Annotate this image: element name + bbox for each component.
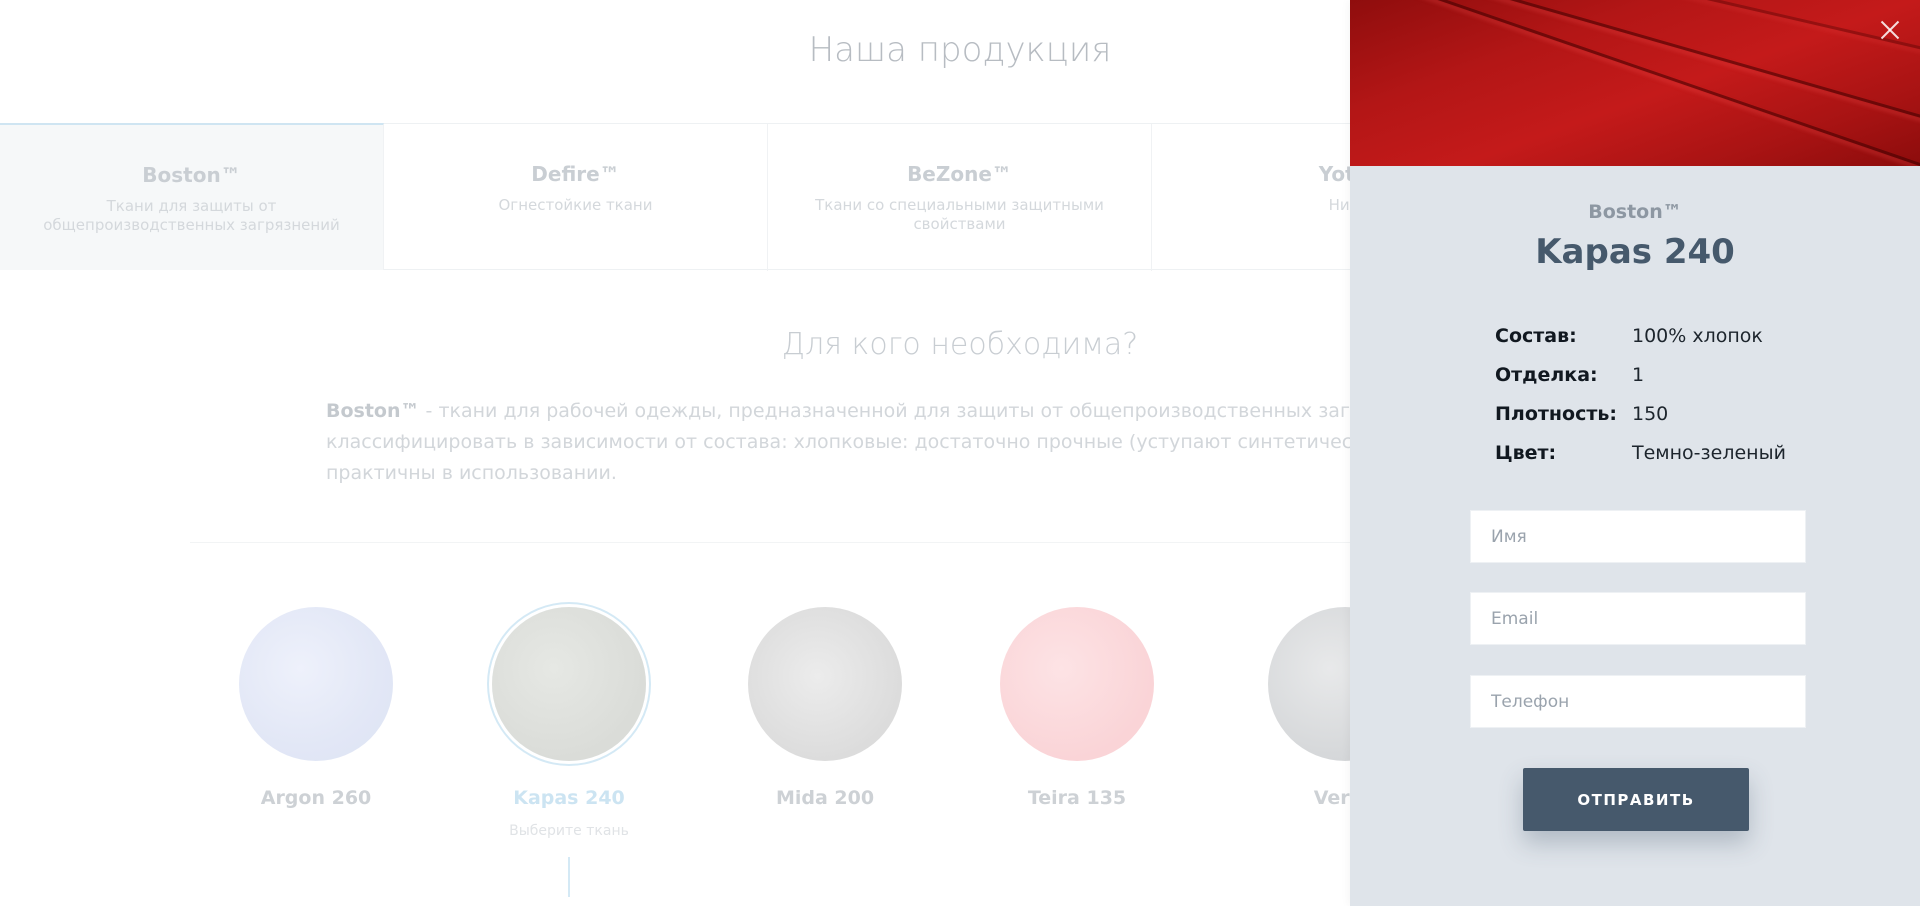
- spec-key: Состав:: [1495, 324, 1577, 347]
- lead-text-3: практичны в использовании.: [326, 462, 617, 484]
- product-brand: Boston™: [1588, 201, 1682, 223]
- product-specs: Состав: 100% хлопок Отделка: 1 Плотность…: [1495, 316, 1815, 472]
- spec-key: Плотность:: [1495, 402, 1617, 425]
- tab-bezone[interactable]: BeZone™ Ткани со специальными защитными …: [768, 124, 1152, 271]
- product-title: Kapas 240: [1535, 232, 1735, 272]
- lead-text-1: - ткани для рабочей одежды, предназначен…: [419, 400, 1445, 422]
- swatch-kapas[interactable]: Kapas 240 Выберите ткань: [469, 600, 669, 897]
- spec-row: Цвет: Темно-зеленый: [1495, 433, 1815, 472]
- swatch-argon[interactable]: Argon 260: [216, 600, 416, 809]
- spec-value: 100% хлопок: [1632, 324, 1763, 347]
- spec-value: 150: [1632, 402, 1669, 425]
- tab-name: Defire™: [531, 162, 620, 186]
- swatch-label: Mida 200: [775, 787, 875, 809]
- tab-description: Огнестойкие ткани: [498, 196, 653, 214]
- submit-button[interactable]: ОТПРАВИТЬ: [1523, 768, 1749, 831]
- swatch-mida[interactable]: Mida 200: [725, 600, 925, 809]
- tab-description: Ткани для защиты от общепроизводственных…: [43, 197, 340, 234]
- fabric-fold: [1350, 0, 1920, 140]
- tab-description: Ткани со специальными защитными свойства…: [815, 196, 1104, 233]
- swatch-teira[interactable]: Teira 135: [977, 600, 1177, 809]
- spec-key: Отделка:: [1495, 363, 1598, 386]
- email-input[interactable]: [1470, 592, 1806, 645]
- swatch-image[interactable]: [1000, 607, 1154, 761]
- fabric-image: [1350, 0, 1920, 166]
- lead-text-2: классифицировать в зависимости от состав…: [326, 431, 1440, 453]
- name-input[interactable]: [1470, 510, 1806, 563]
- swatch-image[interactable]: [748, 607, 902, 761]
- spec-value: Темно-зеленый: [1632, 441, 1786, 464]
- lead-brand: Boston™: [326, 400, 420, 422]
- swatch-image[interactable]: [492, 607, 646, 761]
- swatch-image[interactable]: [239, 607, 393, 761]
- fabric-fold: [1350, 0, 1920, 166]
- tab-defire[interactable]: Defire™ Огнестойкие ткани: [384, 124, 768, 271]
- spec-value: 1: [1632, 363, 1645, 386]
- phone-input[interactable]: [1470, 675, 1806, 728]
- swatch-label: Kapas 240: [513, 787, 625, 809]
- selection-line: [568, 857, 570, 897]
- swatch-label: Teira 135: [1027, 787, 1127, 809]
- spec-key: Цвет:: [1495, 441, 1557, 464]
- tab-name: Boston™: [142, 163, 241, 187]
- product-drawer: Boston™ Kapas 240 Состав: 100% хлопок От…: [1350, 0, 1920, 906]
- spec-row: Плотность: 150: [1495, 394, 1815, 433]
- tab-boston[interactable]: Boston™ Ткани для защиты от общепроизвод…: [0, 123, 384, 270]
- spec-row: Состав: 100% хлопок: [1495, 316, 1815, 355]
- swatch-hint: Выберите ткань: [509, 823, 629, 839]
- close-icon[interactable]: [1878, 18, 1902, 42]
- spec-row: Отделка: 1: [1495, 355, 1815, 394]
- swatch-label: Argon 260: [260, 787, 372, 809]
- tab-name: BeZone™: [907, 162, 1012, 186]
